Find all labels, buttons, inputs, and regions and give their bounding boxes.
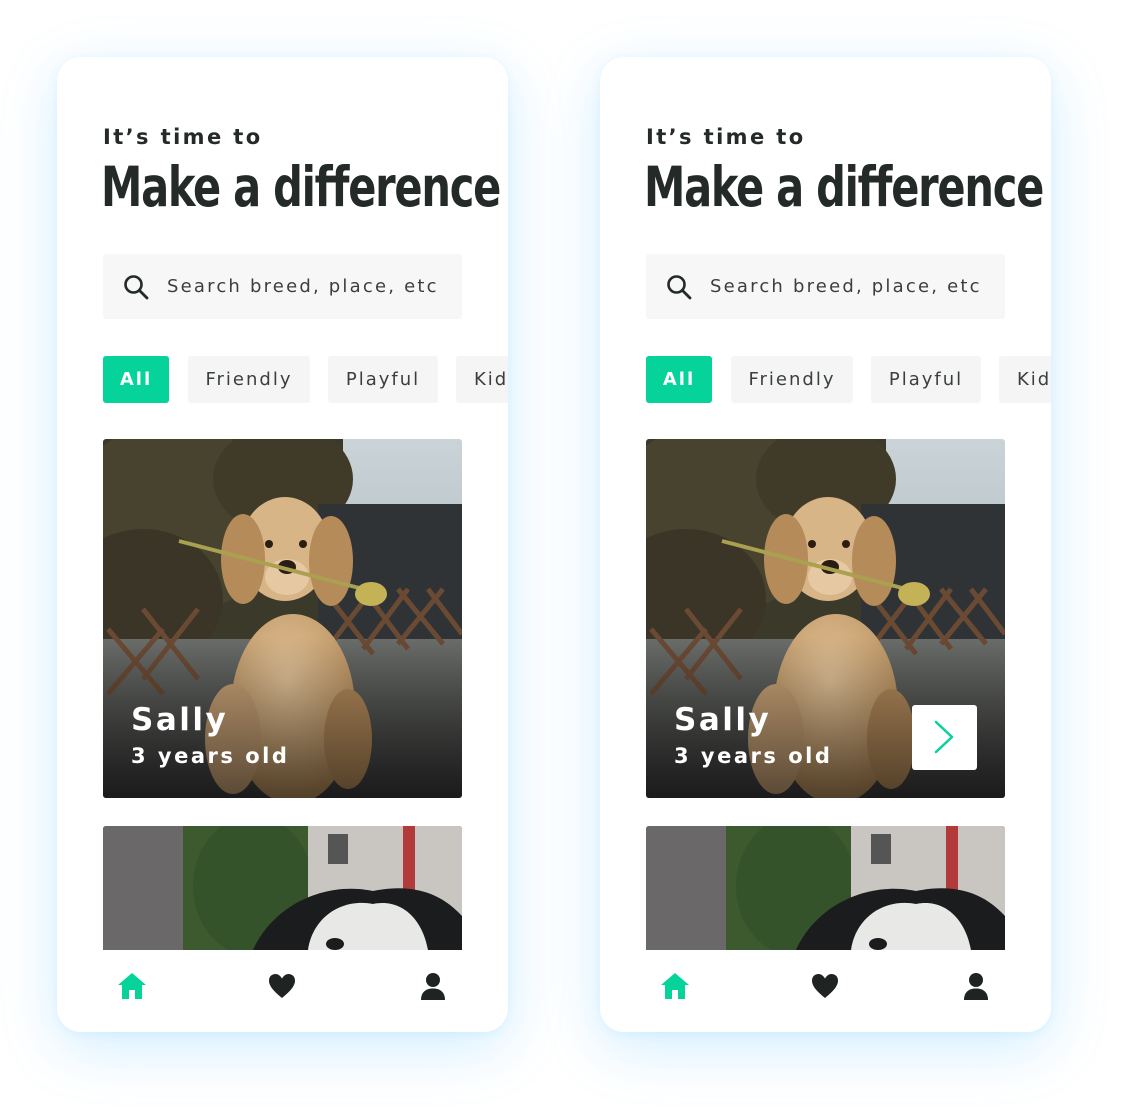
phone-screen-left: It’s time to Make a difference All Frien…	[57, 57, 508, 1032]
search-bar[interactable]	[103, 254, 462, 319]
pet-name: Sally	[674, 702, 772, 738]
pet-card[interactable]: Sally 3 years old	[103, 439, 462, 798]
filter-chip-all[interactable]: All	[103, 356, 169, 403]
search-icon	[667, 275, 692, 300]
user-icon[interactable]	[417, 970, 449, 1002]
pet-age: 3 years old	[674, 744, 833, 768]
filter-chip-playful[interactable]: Playful	[328, 356, 438, 403]
filter-chip-friendly[interactable]: Friendly	[731, 356, 853, 403]
search-icon	[124, 275, 149, 300]
search-input[interactable]	[710, 254, 1000, 319]
dog-photo-2	[103, 826, 462, 950]
bottom-nav	[57, 950, 508, 1032]
chevron-right-icon	[934, 720, 954, 754]
heart-icon[interactable]	[266, 970, 298, 1002]
search-bar[interactable]	[646, 254, 1005, 319]
pet-name: Sally	[131, 702, 229, 738]
user-icon[interactable]	[960, 970, 992, 1002]
phone-screen-right: It’s time to Make a difference All Frien…	[600, 57, 1051, 1032]
canvas: It’s time to Make a difference All Frien…	[0, 0, 1135, 1117]
filter-chip-kid[interactable]: Kid	[999, 356, 1051, 403]
search-input[interactable]	[167, 254, 457, 319]
pet-age: 3 years old	[131, 744, 290, 768]
heart-icon[interactable]	[809, 970, 841, 1002]
home-icon[interactable]	[659, 970, 691, 1002]
pet-card-next[interactable]	[646, 826, 1005, 950]
filter-chip-kid[interactable]: Kid	[456, 356, 508, 403]
eyebrow-text: It’s time to	[646, 125, 806, 149]
filter-chip-playful[interactable]: Playful	[871, 356, 981, 403]
eyebrow-text: It’s time to	[103, 125, 263, 149]
bottom-nav	[600, 950, 1051, 1032]
page-title: Make a difference	[644, 155, 1044, 219]
next-pet-button[interactable]	[912, 705, 977, 770]
filter-chip-friendly[interactable]: Friendly	[188, 356, 310, 403]
home-icon[interactable]	[116, 970, 148, 1002]
pet-card-next[interactable]	[103, 826, 462, 950]
pet-card[interactable]: Sally 3 years old	[646, 439, 1005, 798]
dog-photo-2	[646, 826, 1005, 950]
filter-chip-all[interactable]: All	[646, 356, 712, 403]
page-title: Make a difference	[101, 155, 501, 219]
